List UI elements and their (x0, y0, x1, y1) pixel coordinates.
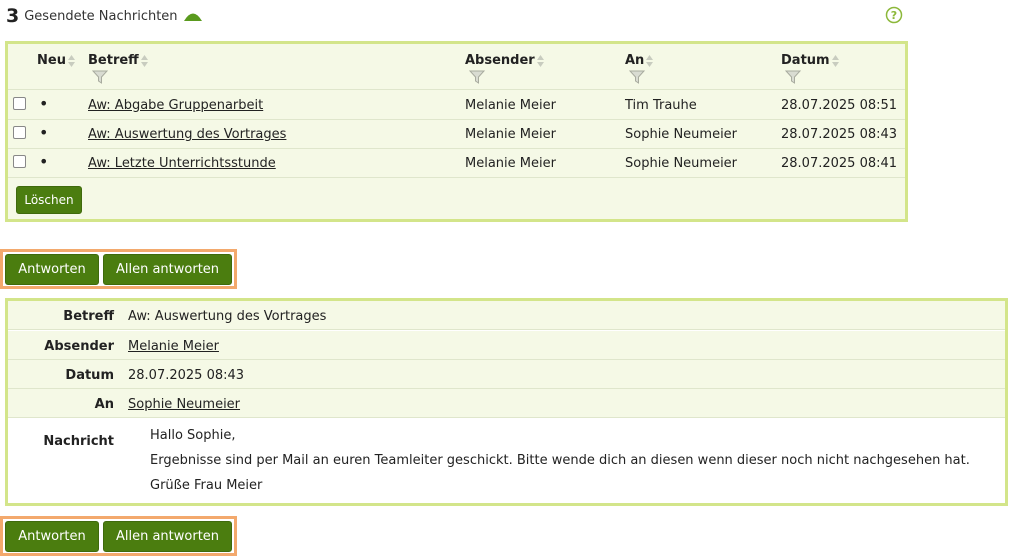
date-cell: 28.07.2025 08:43 (781, 127, 898, 142)
to-cell: Tim Trauhe (625, 98, 697, 113)
message-line: Ergebnisse sind per Mail an euren Teamle… (150, 453, 970, 468)
message-list: Neu Betreff Absender An Datum • Aw: Abga… (5, 41, 908, 222)
row-checkbox[interactable] (13, 126, 26, 139)
row-checkbox[interactable] (13, 155, 26, 168)
column-absender[interactable]: Absender (465, 53, 545, 84)
question-circle-icon[interactable]: ? (885, 6, 903, 24)
subject-label: Betreff (63, 309, 114, 324)
table-row[interactable]: • Aw: Abgabe Gruppenarbeit Melanie Meier… (8, 91, 905, 120)
filter-icon[interactable] (629, 70, 645, 84)
subject-link[interactable]: Aw: Letzte Unterrichtsstunde (88, 156, 276, 171)
row-checkbox[interactable] (13, 97, 26, 110)
reply-all-button[interactable]: Allen antworten (103, 521, 232, 552)
detail-row-to: An Sophie Neumeier (8, 389, 1005, 418)
sort-icon[interactable] (67, 54, 76, 68)
list-header: Neu Betreff Absender An Datum (8, 44, 905, 90)
sort-icon[interactable] (536, 54, 545, 68)
date-cell: 28.07.2025 08:51 (781, 98, 898, 113)
date-value: 28.07.2025 08:43 (128, 368, 245, 383)
sender-label: Absender (44, 339, 114, 354)
subject-link[interactable]: Aw: Auswertung des Vortrages (88, 127, 286, 142)
message-label: Nachricht (43, 434, 114, 449)
svg-text:?: ? (891, 9, 897, 22)
message-line: Hallo Sophie, (150, 428, 236, 443)
date-cell: 28.07.2025 08:41 (781, 156, 898, 171)
column-neu[interactable]: Neu (37, 53, 76, 68)
message-count: 3 (6, 5, 20, 27)
column-betreff[interactable]: Betreff (88, 53, 149, 84)
table-row[interactable]: • Aw: Auswertung des Vortrages Melanie M… (8, 120, 905, 149)
message-line: Grüße Frau Meier (150, 478, 263, 493)
page-title: Gesendete Nachrichten (24, 8, 178, 24)
sender-cell: Melanie Meier (465, 127, 556, 142)
message-detail: Betreff Aw: Auswertung des Vortrages Abs… (5, 298, 1008, 506)
sort-icon[interactable] (645, 54, 654, 68)
recipient-link[interactable]: Sophie Neumeier (128, 397, 240, 412)
filter-icon[interactable] (469, 70, 485, 84)
new-marker: • (39, 123, 49, 142)
reply-toolbar-top: Antworten Allen antworten (0, 249, 237, 289)
detail-row-subject: Betreff Aw: Auswertung des Vortrages (8, 301, 1005, 330)
triangle-up-icon[interactable] (183, 10, 203, 22)
new-marker: • (39, 152, 49, 171)
sender-cell: Melanie Meier (465, 98, 556, 113)
subject-value: Aw: Auswertung des Vortrages (128, 309, 327, 324)
sender-link[interactable]: Melanie Meier (128, 339, 219, 354)
filter-icon[interactable] (785, 70, 801, 84)
to-label: An (94, 397, 114, 412)
date-label: Datum (65, 368, 114, 383)
column-an[interactable]: An (625, 53, 654, 84)
column-datum[interactable]: Datum (781, 53, 840, 84)
reply-all-button[interactable]: Allen antworten (103, 254, 232, 285)
reply-toolbar-bottom: Antworten Allen antworten (0, 516, 237, 556)
to-cell: Sophie Neumeier (625, 156, 738, 171)
reply-button[interactable]: Antworten (5, 521, 99, 552)
delete-button[interactable]: Löschen (16, 186, 82, 214)
filter-icon[interactable] (92, 70, 108, 84)
subject-link[interactable]: Aw: Abgabe Gruppenarbeit (88, 98, 263, 113)
sort-icon[interactable] (831, 54, 840, 68)
sender-cell: Melanie Meier (465, 156, 556, 171)
to-cell: Sophie Neumeier (625, 127, 738, 142)
table-row[interactable]: • Aw: Letzte Unterrichtsstunde Melanie M… (8, 149, 905, 178)
detail-row-date: Datum 28.07.2025 08:43 (8, 360, 1005, 389)
new-marker: • (39, 94, 49, 113)
reply-button[interactable]: Antworten (5, 254, 99, 285)
sort-icon[interactable] (140, 54, 149, 68)
page-header: 3 Gesendete Nachrichten (6, 4, 203, 28)
detail-row-sender: Absender Melanie Meier (8, 331, 1005, 360)
